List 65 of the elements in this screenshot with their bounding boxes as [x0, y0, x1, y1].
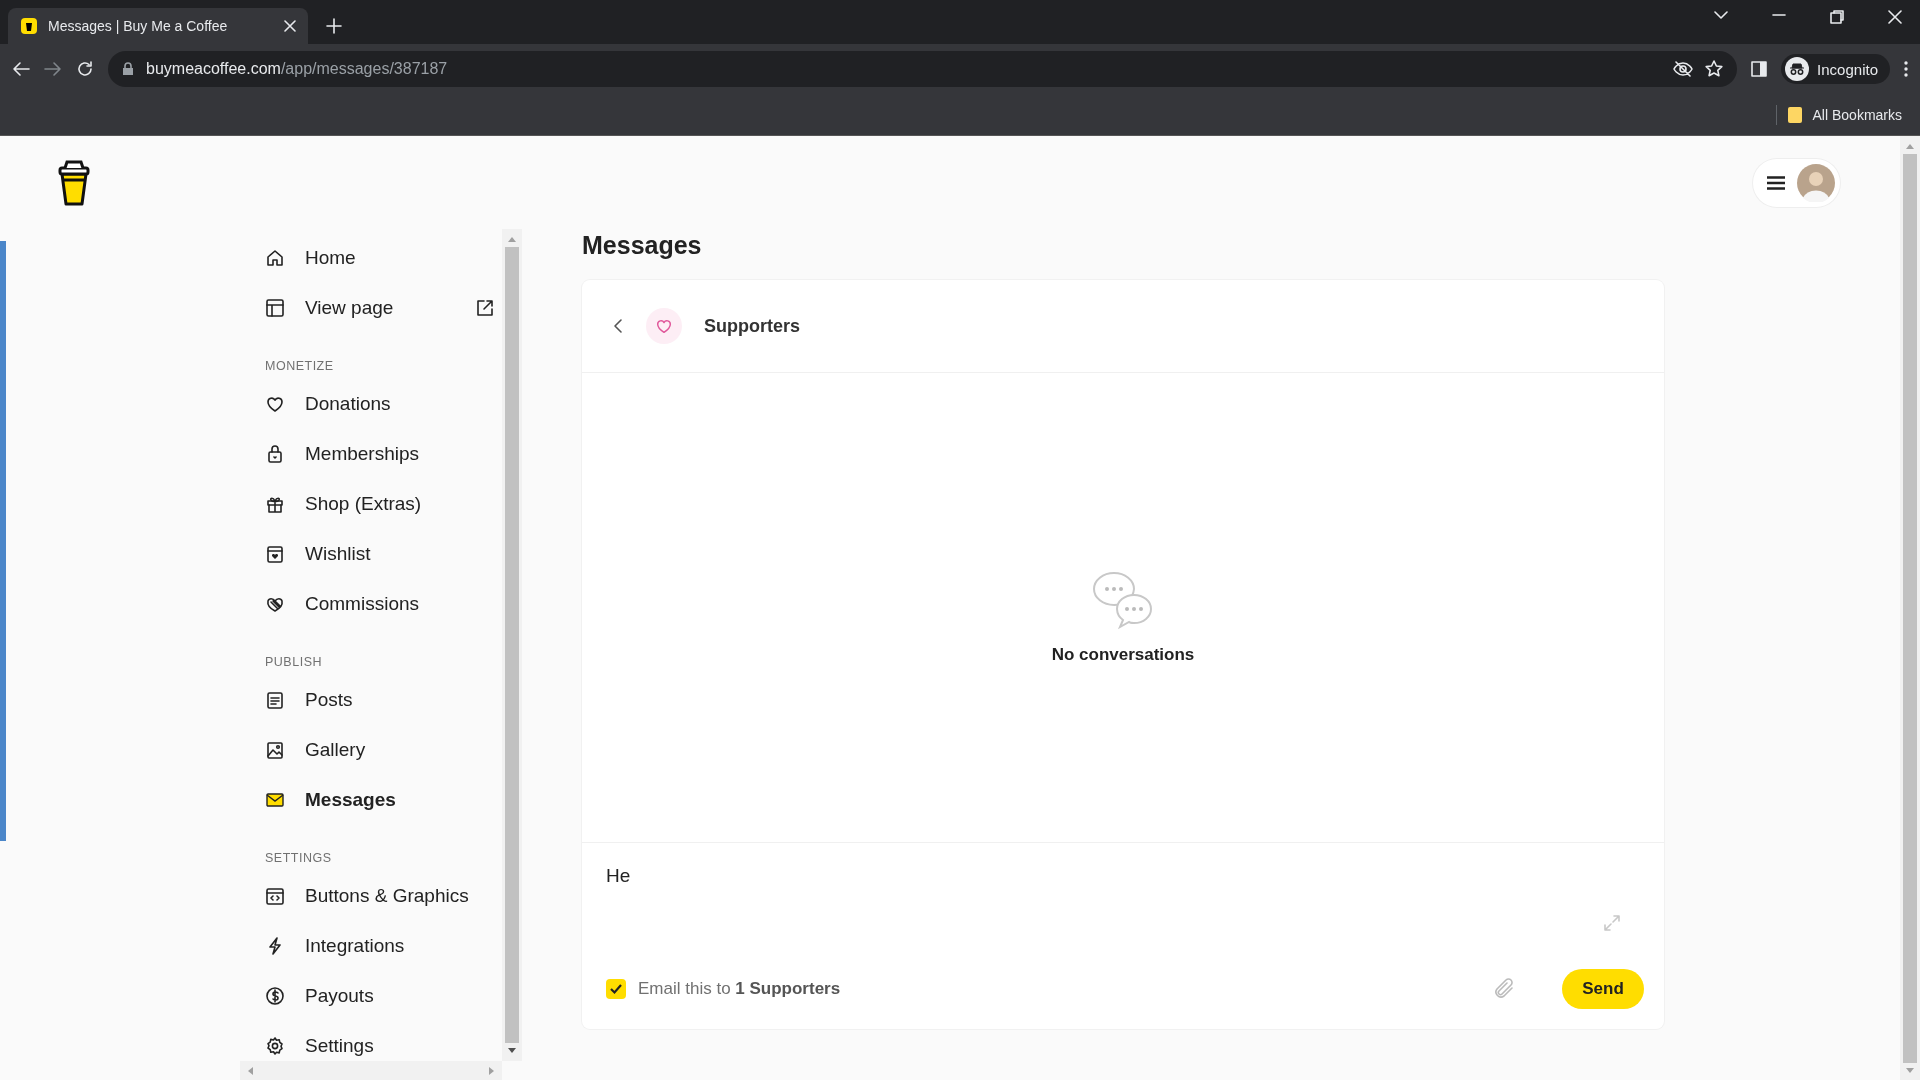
star-icon[interactable] [1705, 60, 1724, 78]
new-tab-icon[interactable] [326, 18, 342, 34]
nav-item[interactable]: Wishlist [265, 529, 502, 579]
cup-icon [20, 17, 38, 35]
email-label: Email this to 1 Supporters [638, 979, 841, 999]
empty-state-text: No conversations [1051, 644, 1195, 665]
profile-button[interactable]: Incognito [1781, 54, 1890, 84]
nav-item[interactable]: Shop (Extras) [265, 479, 502, 529]
paperclip-icon[interactable] [1494, 977, 1516, 1001]
back-icon[interactable] [12, 61, 30, 77]
bookmarks-label[interactable]: All Bookmarks [1812, 106, 1902, 123]
code-icon [265, 886, 285, 906]
external-link-icon[interactable] [476, 299, 494, 317]
back-icon[interactable] [612, 318, 624, 334]
nav-item[interactable]: View page [265, 283, 502, 333]
page-title: Messages [582, 231, 702, 260]
heart-icon [265, 394, 285, 414]
address-bar[interactable]: buymeacoffee.com/app/messages/387187 [108, 51, 1738, 87]
side-panel-icon[interactable] [1751, 61, 1768, 77]
eye-off-icon[interactable] [1673, 61, 1694, 77]
nav-item[interactable]: Commissions [265, 579, 502, 629]
section-heading: PUBLISH [265, 655, 322, 669]
section-heading: MONETIZE [265, 359, 334, 373]
coffee-cup-logo[interactable] [58, 159, 90, 206]
incognito-icon [1785, 57, 1810, 81]
more-icon[interactable] [1904, 61, 1908, 77]
conversation-title: Supporters [704, 315, 800, 337]
account-menu[interactable] [1753, 158, 1840, 207]
chevron-down-icon[interactable] [1714, 10, 1728, 20]
settings-icon [265, 1036, 285, 1056]
menu-icon [1767, 175, 1785, 190]
mail-icon [265, 790, 285, 810]
nav-item[interactable]: Buttons & Graphics [265, 871, 502, 921]
forward-icon[interactable] [44, 61, 62, 77]
close-icon[interactable] [1888, 10, 1902, 24]
nav-item[interactable]: Integrations [265, 921, 502, 971]
restore-icon[interactable] [1830, 10, 1844, 24]
section-heading: SETTINGS [265, 851, 332, 865]
reload-icon[interactable] [76, 60, 94, 78]
tab-title: Messages | Buy Me a Coffee [48, 18, 229, 34]
browser-tab[interactable]: Messages | Buy Me a Coffee [8, 8, 308, 44]
nav-item[interactable]: Memberships [265, 429, 502, 479]
nav-item[interactable]: Messages [265, 775, 502, 825]
url-text: buymeacoffee.com/app/messages/387187 [146, 60, 448, 78]
avatar [1797, 163, 1835, 202]
send-button[interactable]: Send [1562, 969, 1644, 1009]
email-checkbox[interactable] [606, 979, 626, 999]
lock-icon [265, 444, 285, 464]
folder-icon [1786, 105, 1803, 124]
nav-item[interactable]: Payouts [265, 971, 502, 1021]
close-icon[interactable] [284, 20, 296, 32]
nav-item[interactable]: Gallery [265, 725, 502, 775]
scroll-down-icon[interactable] [507, 1047, 517, 1055]
layout-icon [265, 298, 285, 318]
image-icon [265, 740, 285, 760]
nav-item[interactable]: Posts [265, 675, 502, 725]
document-icon [265, 690, 285, 710]
nav-item[interactable]: Home [265, 233, 502, 283]
home-icon [265, 248, 285, 268]
dollar-icon [265, 986, 285, 1006]
nav-item[interactable]: Donations [265, 379, 502, 429]
nav-item[interactable]: Settings [265, 1021, 502, 1061]
scrollbar[interactable] [502, 229, 522, 1061]
lock-icon [122, 62, 134, 76]
chat-bubbles-icon [1092, 570, 1154, 631]
